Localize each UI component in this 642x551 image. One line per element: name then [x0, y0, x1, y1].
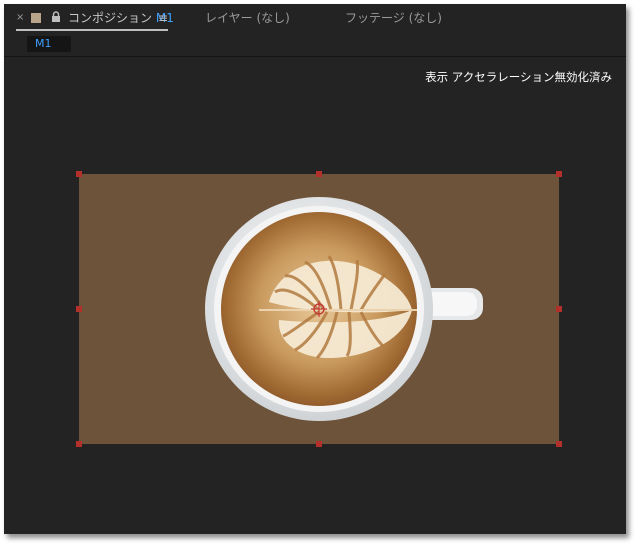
composition-navigator-bar: M1: [4, 32, 626, 57]
tab-composition[interactable]: × コンポジション M1 ≡: [12, 4, 174, 32]
handle-top-right[interactable]: [556, 171, 562, 177]
handle-middle-left[interactable]: [76, 306, 82, 312]
active-tab-underline: [16, 29, 168, 31]
composition-prefix: コンポジション: [68, 11, 153, 25]
handle-bottom-right[interactable]: [556, 441, 562, 447]
handle-top-center[interactable]: [316, 171, 322, 177]
display-acceleration-notice: 表示 アクセラレーション無効化済み: [425, 70, 612, 84]
handle-middle-right[interactable]: [556, 306, 562, 312]
tab-footage[interactable]: フッテージ (なし): [345, 4, 442, 32]
close-icon[interactable]: ×: [16, 4, 24, 32]
anchor-point-icon[interactable]: [311, 301, 327, 317]
tab-layer[interactable]: レイヤー (なし): [205, 4, 290, 32]
composition-panel: × コンポジション M1 ≡ レイヤー (なし) フッテージ (なし) M1 表…: [4, 4, 626, 534]
handle-top-left[interactable]: [76, 171, 82, 177]
composition-breadcrumb[interactable]: M1: [27, 36, 71, 52]
composition-canvas[interactable]: [76, 171, 562, 447]
handle-bottom-center[interactable]: [316, 441, 322, 447]
panel-tab-bar: × コンポジション M1 ≡ レイヤー (なし) フッテージ (なし): [4, 4, 626, 32]
handle-bottom-left[interactable]: [76, 441, 82, 447]
composition-viewer[interactable]: 表示 アクセラレーション無効化済み: [4, 57, 626, 534]
label-color-icon[interactable]: [31, 13, 41, 23]
panel-menu-icon[interactable]: ≡: [158, 4, 168, 32]
lock-icon[interactable]: [51, 11, 61, 23]
